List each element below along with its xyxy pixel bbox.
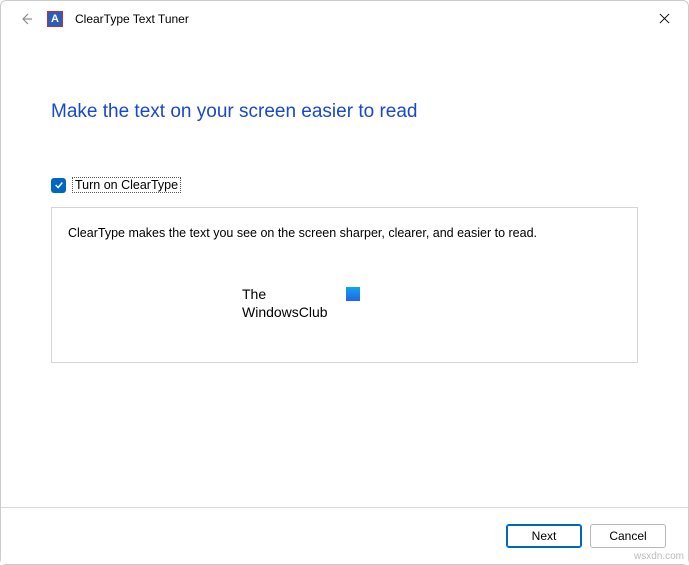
- titlebar-left: A ClearType Text Tuner: [17, 10, 189, 28]
- app-icon: A: [47, 11, 63, 27]
- content-area: Make the text on your screen easier to r…: [1, 37, 688, 363]
- cleartype-checkbox-label: Turn on ClearType: [72, 177, 181, 193]
- watermark-text: The WindowsClub: [242, 286, 328, 321]
- close-button[interactable]: [642, 2, 686, 34]
- watermark-line1: The: [242, 286, 266, 302]
- titlebar: A ClearType Text Tuner: [1, 1, 688, 37]
- watermark-square-icon: [346, 287, 360, 301]
- info-box: ClearType makes the text you see on the …: [51, 207, 638, 363]
- info-text: ClearType makes the text you see on the …: [68, 226, 621, 240]
- window-title: ClearType Text Tuner: [75, 12, 189, 26]
- footer-bar: Next Cancel: [1, 507, 688, 564]
- watermark: The WindowsClub: [242, 286, 360, 321]
- cleartype-checkbox[interactable]: [51, 178, 66, 193]
- watermark-line2: WindowsClub: [242, 304, 328, 320]
- page-heading: Make the text on your screen easier to r…: [51, 101, 638, 123]
- app-icon-letter: A: [51, 14, 59, 25]
- next-button[interactable]: Next: [506, 524, 582, 548]
- cancel-button[interactable]: Cancel: [590, 524, 666, 548]
- back-arrow-icon[interactable]: [17, 10, 35, 28]
- site-credit: wsxdn.com: [634, 551, 684, 562]
- cleartype-checkbox-row: Turn on ClearType: [51, 177, 638, 193]
